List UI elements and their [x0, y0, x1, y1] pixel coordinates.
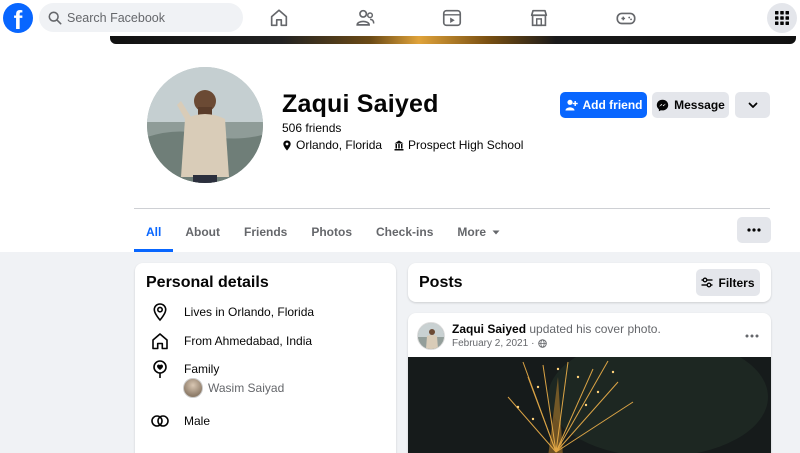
friends-count[interactable]: 506 friends [282, 121, 341, 135]
tab-check-ins[interactable]: Check-ins [364, 212, 445, 252]
filters-button[interactable]: Filters [696, 269, 760, 296]
location-pin-icon [153, 303, 167, 322]
chevron-down-icon [748, 102, 757, 108]
top-navigation-bar: f [0, 0, 800, 36]
filters-label: Filters [718, 275, 755, 290]
detail-gender: Male [150, 411, 210, 431]
profile-picture[interactable] [144, 64, 266, 186]
post-author-avatar[interactable] [417, 322, 445, 350]
search-input[interactable] [67, 10, 237, 25]
family-member-name[interactable]: Wasim Saiyad [208, 381, 284, 395]
more-dots-icon [747, 228, 761, 232]
gender-text: Male [184, 414, 211, 428]
lives-in-text: Lives in Orlando, Florida [184, 305, 315, 319]
personal-details-card: Personal details Lives in Orlando, Flori… [135, 263, 396, 453]
tab-all[interactable]: All [134, 212, 174, 252]
marketplace-icon[interactable] [528, 7, 550, 29]
search-icon [48, 11, 62, 24]
location-pin-icon [283, 139, 291, 151]
globe-icon [537, 339, 547, 348]
post-author-line: Zaqui Saiyed updated his cover photo. [452, 322, 661, 336]
grid-menu-icon [775, 11, 789, 25]
school-icon [394, 140, 404, 150]
family-member-avatar[interactable] [183, 378, 203, 398]
add-friend-label: Add friend [582, 98, 643, 112]
posts-title: Posts [419, 274, 463, 291]
profile-options-button[interactable] [735, 92, 770, 118]
post-action-text: updated his cover photo. [529, 322, 661, 336]
post-date[interactable]: February 2, 2021 [452, 338, 528, 349]
add-person-icon [565, 99, 578, 111]
cover-photo[interactable] [110, 36, 796, 44]
message-label: Message [674, 98, 725, 112]
detail-from: From Ahmedabad, India [150, 331, 312, 351]
gender-icon [151, 415, 169, 427]
tabs-more-options-button[interactable] [737, 217, 771, 243]
profile-header: Zaqui Saiyed 506 friends Orlando, Florid… [0, 36, 800, 252]
family-heart-icon [153, 360, 167, 378]
messenger-icon [656, 99, 669, 111]
gaming-icon[interactable] [615, 7, 637, 29]
profile-picture-image [147, 67, 263, 183]
post-meta: February 2, 2021 · [452, 338, 547, 349]
profile-intro-line: Orlando, Florida Prospect High School [282, 138, 523, 152]
post-card: Zaqui Saiyed updated his cover photo. Fe… [408, 313, 771, 453]
post-cover-photo[interactable] [408, 357, 771, 453]
tab-more-label: More [457, 225, 487, 239]
add-friend-button[interactable]: Add friend [560, 92, 647, 118]
personal-details-title: Personal details [146, 274, 269, 291]
menu-button[interactable] [767, 3, 797, 33]
from-text: From Ahmedabad, India [184, 334, 313, 348]
caret-down-icon [492, 230, 500, 234]
profile-tabs: All About Friends Photos Check-ins More [134, 212, 512, 252]
tab-more[interactable]: More [445, 212, 512, 252]
profile-name: Zaqui Saiyed [282, 90, 439, 118]
message-button[interactable]: Message [652, 92, 729, 118]
home-icon[interactable] [268, 7, 290, 29]
facebook-logo[interactable]: f [3, 3, 33, 33]
post-author-name[interactable]: Zaqui Saiyed [452, 322, 526, 336]
header-divider [134, 208, 770, 209]
posts-header-card: Posts Filters [408, 263, 771, 302]
home-icon [152, 333, 168, 350]
filters-icon [701, 277, 713, 288]
friends-icon[interactable] [354, 7, 376, 29]
detail-family: Family [150, 359, 219, 379]
school-text: Prospect High School [408, 138, 524, 152]
tab-about[interactable]: About [173, 212, 232, 252]
location-text: Orlando, Florida [296, 138, 383, 152]
watch-icon[interactable] [441, 7, 463, 29]
detail-lives-in: Lives in Orlando, Florida [150, 302, 314, 322]
family-member[interactable]: Wasim Saiyad [183, 378, 284, 398]
family-label: Family [184, 362, 220, 376]
sparks-image [408, 357, 771, 453]
tab-photos[interactable]: Photos [299, 212, 364, 252]
post-author-avatar-image [418, 323, 444, 349]
more-dots-icon [745, 334, 759, 338]
post-options-button[interactable] [745, 325, 759, 343]
tab-friends[interactable]: Friends [232, 212, 299, 252]
search-box[interactable] [39, 3, 243, 32]
